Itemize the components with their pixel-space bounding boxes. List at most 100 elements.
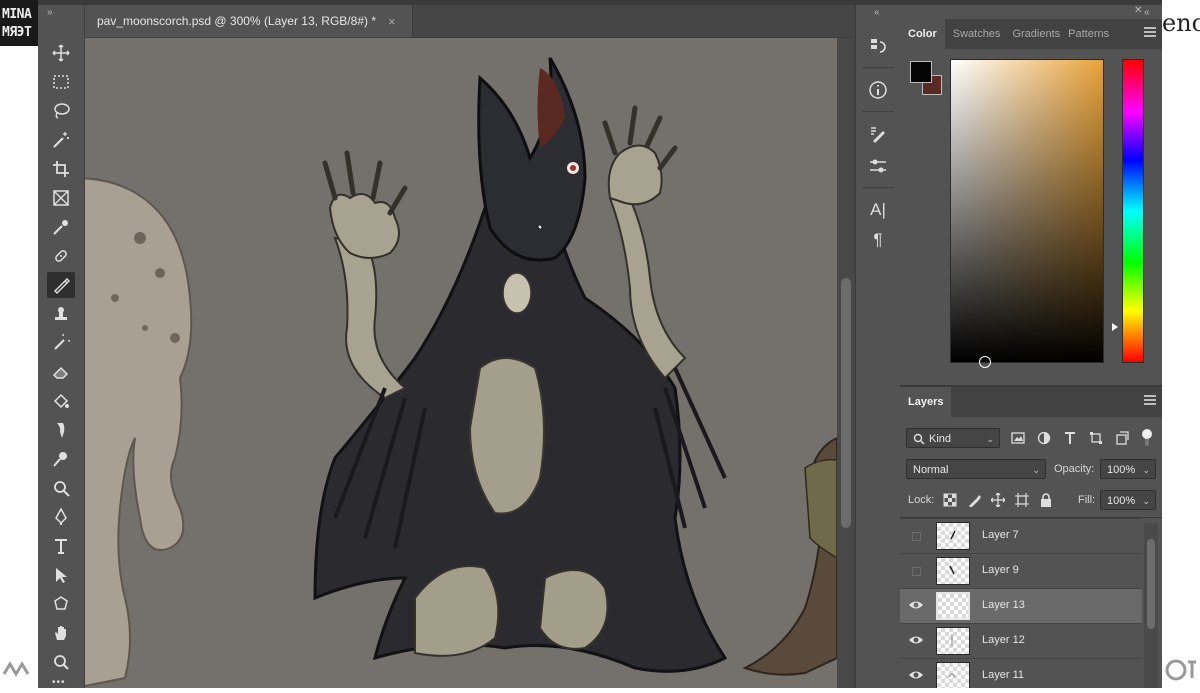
frame-tool-icon[interactable]	[47, 185, 75, 211]
tab-gradients[interactable]: Gradients	[1008, 19, 1064, 49]
blend-mode-select[interactable]: Normal ⌄	[906, 459, 1046, 479]
lasso-tool-icon[interactable]	[47, 98, 75, 124]
color-panel-menu-icon[interactable]	[1144, 27, 1156, 37]
type-tool-icon[interactable]	[47, 533, 75, 559]
layer-filter-kind-select[interactable]: Kind ⌄	[906, 428, 1000, 448]
panel-close-icon[interactable]: ✕	[1134, 5, 1142, 16]
filter-shape-layers-icon[interactable]	[1088, 430, 1104, 446]
filter-type-layers-icon[interactable]	[1062, 430, 1078, 446]
zoom-tool-icon[interactable]	[47, 475, 75, 501]
magic-wand-tool-icon[interactable]	[47, 127, 75, 153]
fill-input[interactable]: 100% ⌄	[1100, 490, 1156, 510]
lock-all-icon[interactable]	[1038, 492, 1054, 508]
layer-row-layer-11[interactable]: Layer 11	[900, 658, 1142, 688]
chevron-down-icon: ⌄	[1032, 465, 1040, 475]
document-tab[interactable]: pav_moonscorch.psd @ 300% (Layer 13, RGB…	[85, 5, 413, 37]
eye-icon[interactable]	[908, 598, 924, 612]
tab-color[interactable]: Color	[900, 19, 945, 49]
opacity-input[interactable]: 100% ⌄	[1100, 459, 1156, 479]
canvas[interactable]	[85, 38, 837, 688]
move-tool-icon[interactable]	[47, 40, 75, 66]
lock-transparent-pixels-icon[interactable]	[942, 492, 958, 508]
scrollbar-thumb[interactable]	[841, 278, 851, 528]
layers-scrollbar[interactable]	[1144, 523, 1158, 688]
tab-swatches[interactable]: Swatches	[945, 19, 1009, 49]
brush-settings-icon[interactable]	[864, 121, 892, 147]
stream-overlay-watermark-right	[1162, 644, 1200, 688]
visibility-off-toggle[interactable]	[912, 567, 921, 576]
path-selection-tool-icon[interactable]	[47, 562, 75, 588]
tab-layers[interactable]: Layers	[900, 387, 952, 417]
layer-filter-kind-label: Kind	[929, 433, 952, 445]
layer-name: Layer 7	[982, 529, 1019, 541]
eye-icon[interactable]	[908, 668, 924, 682]
pen-tool-icon[interactable]	[47, 504, 75, 530]
lock-artboard-icon[interactable]	[1014, 492, 1030, 508]
filter-pixel-layers-icon[interactable]	[1010, 430, 1026, 446]
clone-stamp-tool-icon[interactable]	[47, 301, 75, 327]
overlay-text-line-2: ΜЯЭТ	[2, 25, 32, 40]
hue-slider[interactable]	[1122, 59, 1144, 363]
healing-brush-tool-icon[interactable]	[47, 243, 75, 269]
photoshop-window: » ••• pav_moonscorch.psd @ 300% (Layer 1…	[38, 0, 1162, 688]
eye-icon[interactable]	[908, 633, 924, 647]
fill-value: 100%	[1107, 495, 1136, 507]
layer-thumbnail	[936, 662, 970, 688]
dock-collapse-icon[interactable]: «	[874, 7, 880, 18]
magnify-tool-icon[interactable]	[47, 649, 75, 675]
filter-adjustment-layers-icon[interactable]	[1036, 430, 1052, 446]
character-panel-icon[interactable]: A|	[864, 197, 892, 223]
paragraph-panel-icon[interactable]: ¶	[864, 227, 892, 253]
filter-toggle-switch[interactable]	[1142, 428, 1152, 448]
layer-row-layer-7[interactable]: Layer 7	[900, 518, 1142, 553]
paint-bucket-tool-icon[interactable]	[47, 388, 75, 414]
layer-row-layer-13[interactable]: Layer 13	[900, 588, 1142, 623]
layer-thumbnail	[936, 627, 970, 655]
panel-dock: « A| ¶	[855, 5, 901, 688]
tab-patterns[interactable]: Patterns	[1064, 19, 1113, 49]
brush-tool-icon[interactable]	[47, 272, 75, 298]
layer-row-layer-12[interactable]: Layer 12	[900, 623, 1142, 658]
chevron-down-icon: ⌄	[1142, 496, 1150, 506]
info-panel-icon[interactable]	[864, 77, 892, 103]
lock-image-pixels-icon[interactable]	[966, 492, 982, 508]
layer-name: Layer 13	[982, 599, 1025, 611]
filter-smart-objects-icon[interactable]	[1114, 430, 1130, 446]
overlay-text-line-1: MINA	[2, 7, 32, 22]
eraser-tool-icon[interactable]	[47, 359, 75, 385]
hue-slider-handle[interactable]	[1112, 323, 1118, 331]
dodge-tool-icon[interactable]	[47, 446, 75, 472]
marquee-tool-icon[interactable]	[47, 69, 75, 95]
search-icon	[913, 433, 925, 445]
color-picker-field[interactable]	[950, 59, 1104, 368]
hand-tool-icon[interactable]	[47, 620, 75, 646]
lock-label: Lock:	[908, 494, 935, 506]
lock-position-icon[interactable]	[990, 492, 1006, 508]
toolbar-collapse-icon[interactable]: »	[47, 7, 53, 18]
color-panel-tabs: Color Swatches Gradients Patterns	[900, 19, 1162, 49]
document-close-icon[interactable]: ×	[388, 14, 396, 29]
visibility-off-toggle[interactable]	[912, 532, 921, 541]
stream-overlay-logo: MINA ΜЯЭТ	[0, 0, 38, 46]
stream-overlay-watermark-left	[0, 644, 38, 688]
layers-panel-menu-icon[interactable]	[1144, 395, 1156, 405]
dock-separator	[862, 67, 894, 68]
canvas-vertical-scrollbar[interactable]	[837, 38, 855, 688]
eyedropper-tool-icon[interactable]	[47, 214, 75, 240]
smudge-tool-icon[interactable]	[47, 417, 75, 443]
history-brush-tool-icon[interactable]	[47, 330, 75, 356]
color-picker-marker[interactable]	[979, 356, 991, 368]
crop-tool-icon[interactable]	[47, 156, 75, 182]
panels-collapse-icon[interactable]: «	[1144, 7, 1150, 18]
layers-scrollbar-thumb[interactable]	[1147, 539, 1155, 629]
dock-separator	[862, 111, 894, 112]
shape-tool-icon[interactable]	[47, 591, 75, 617]
history-panel-icon[interactable]	[864, 33, 892, 59]
foreground-color-swatch[interactable]	[910, 61, 932, 83]
more-tools-icon[interactable]: •••	[52, 677, 66, 688]
left-creature-artwork	[85, 177, 193, 688]
layer-thumbnail	[936, 557, 970, 585]
document-tab-title: pav_moonscorch.psd @ 300% (Layer 13, RGB…	[97, 14, 376, 28]
layer-row-layer-9[interactable]: Layer 9	[900, 553, 1142, 588]
adjustments-icon[interactable]	[864, 153, 892, 179]
